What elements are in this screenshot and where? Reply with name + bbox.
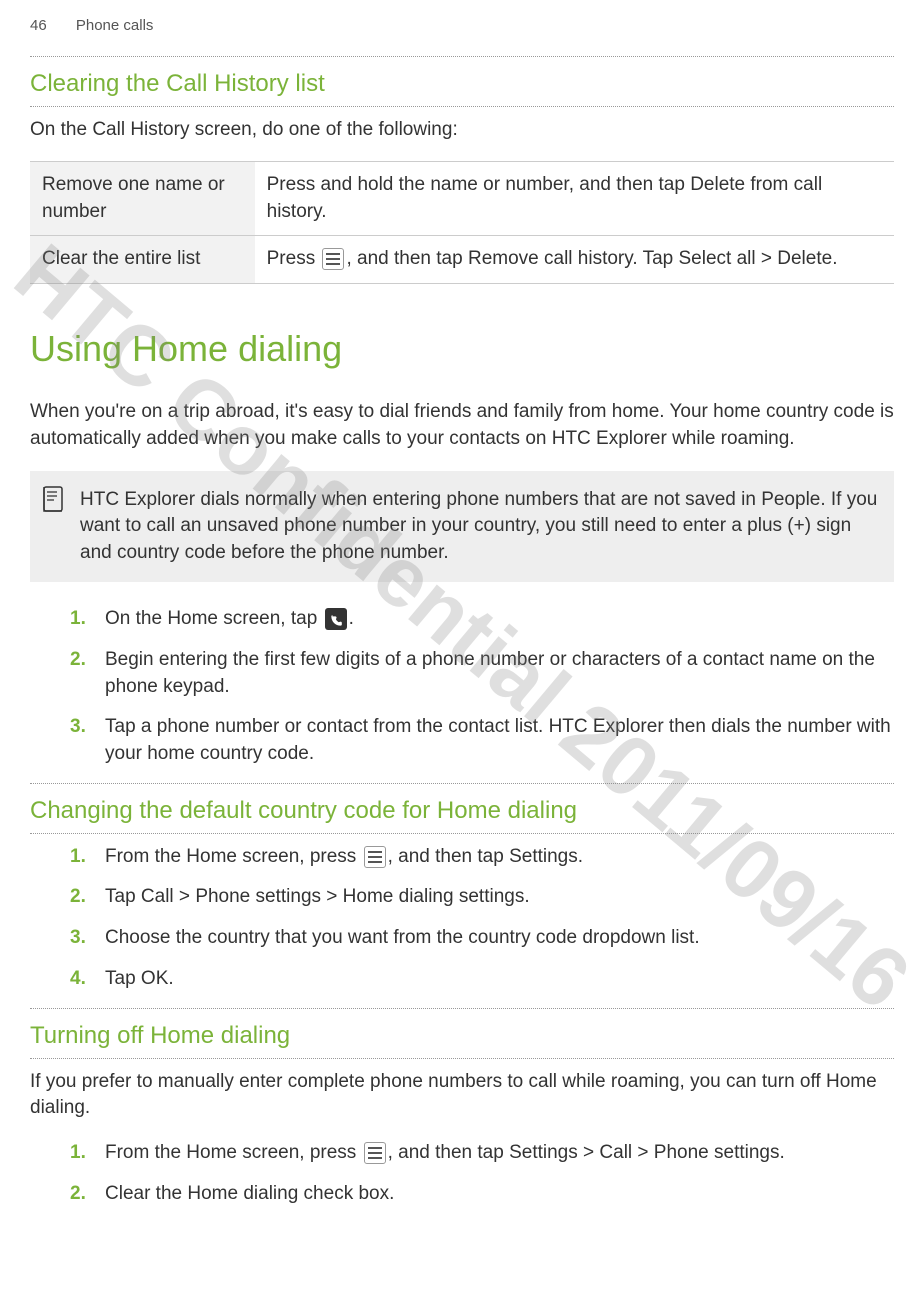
text: > [174, 886, 196, 907]
divider [30, 833, 894, 834]
menu-icon [322, 248, 344, 270]
text: Press [267, 248, 321, 269]
divider [30, 56, 894, 57]
page-number: 46 [30, 15, 47, 36]
text: > [321, 886, 343, 907]
heading-home-dialing: Using Home dialing [30, 324, 894, 374]
list-item: Begin entering the first few digits of a… [70, 647, 894, 700]
list-item: Tap Call > Phone settings > Home dialing… [70, 884, 894, 911]
clearing-intro: On the Call History screen, do one of th… [30, 117, 894, 144]
text: , and then tap [388, 1142, 510, 1163]
home-dialing-para: When you're on a trip abroad, it's easy … [30, 399, 894, 452]
text-bold: Call [141, 886, 174, 907]
cell-desc: Press and hold the name or number, and t… [255, 162, 894, 236]
home-dialing-steps: On the Home screen, tap . Begin entering… [70, 606, 894, 767]
text: > [756, 248, 778, 269]
list-item: Clear the Home dialing check box. [70, 1181, 894, 1208]
divider [30, 783, 894, 784]
change-country-steps: From the Home screen, press , and then t… [70, 844, 894, 992]
divider [30, 1058, 894, 1059]
text: . [832, 248, 837, 269]
list-item: On the Home screen, tap . [70, 606, 894, 633]
cell-label: Remove one name or number [30, 162, 255, 236]
list-item: Tap OK. [70, 966, 894, 993]
clear-history-table: Remove one name or number Press and hold… [30, 161, 894, 284]
text-bold: Settings [509, 846, 578, 867]
table-row: Clear the entire list Press , and then t… [30, 236, 894, 284]
text-bold: Remove call history [468, 248, 632, 269]
list-item: Choose the country that you want from th… [70, 925, 894, 952]
section-name: Phone calls [76, 17, 154, 34]
phone-icon [325, 608, 347, 630]
text: From the Home screen, press [105, 846, 362, 867]
text: Tap [105, 968, 141, 989]
menu-icon [364, 846, 386, 868]
text: . [168, 968, 173, 989]
heading-change-country: Changing the default country code for Ho… [30, 794, 894, 828]
list-item: From the Home screen, press , and then t… [70, 844, 894, 871]
text: > [632, 1142, 654, 1163]
text: Press and hold the name or number, and t… [267, 174, 691, 195]
divider [30, 106, 894, 107]
text: > [578, 1142, 600, 1163]
text: , and then tap [388, 846, 510, 867]
divider [30, 1008, 894, 1009]
text: From the Home screen, press [105, 1142, 362, 1163]
text-bold: Phone settings [195, 886, 321, 907]
cell-desc: Press , and then tap Remove call history… [255, 236, 894, 284]
text-bold: Settings [509, 1142, 578, 1163]
text: . [578, 846, 583, 867]
heading-turn-off: Turning off Home dialing [30, 1019, 894, 1053]
text-bold: Phone settings [654, 1142, 780, 1163]
text: . [349, 608, 354, 629]
turn-off-para: If you prefer to manually enter complete… [30, 1069, 894, 1122]
turn-off-steps: From the Home screen, press , and then t… [70, 1140, 894, 1207]
text-bold: Home dialing [187, 1183, 298, 1204]
list-item: Tap a phone number or contact from the c… [70, 714, 894, 767]
page-header: 46 Phone calls [30, 15, 894, 36]
heading-clearing: Clearing the Call History list [30, 67, 894, 101]
text-bold: Select all [679, 248, 756, 269]
menu-icon [364, 1142, 386, 1164]
note-text: HTC Explorer dials normally when enterin… [80, 489, 877, 563]
text-bold: Home dialing settings [343, 886, 525, 907]
list-item: From the Home screen, press , and then t… [70, 1140, 894, 1167]
text: . [321, 201, 326, 222]
text-bold: OK [141, 968, 168, 989]
table-row: Remove one name or number Press and hold… [30, 162, 894, 236]
cell-label: Clear the entire list [30, 236, 255, 284]
text: On the Home screen, tap [105, 608, 323, 629]
text: . Tap [632, 248, 678, 269]
text: Clear the [105, 1183, 187, 1204]
note-icon [42, 485, 64, 513]
text: , and then tap [346, 248, 468, 269]
text: Tap [105, 886, 141, 907]
text: . [780, 1142, 785, 1163]
text-bold: Delete [777, 248, 832, 269]
text-bold: Call [599, 1142, 632, 1163]
note-box: HTC Explorer dials normally when enterin… [30, 471, 894, 583]
text: check box. [298, 1183, 394, 1204]
text: . [524, 886, 529, 907]
